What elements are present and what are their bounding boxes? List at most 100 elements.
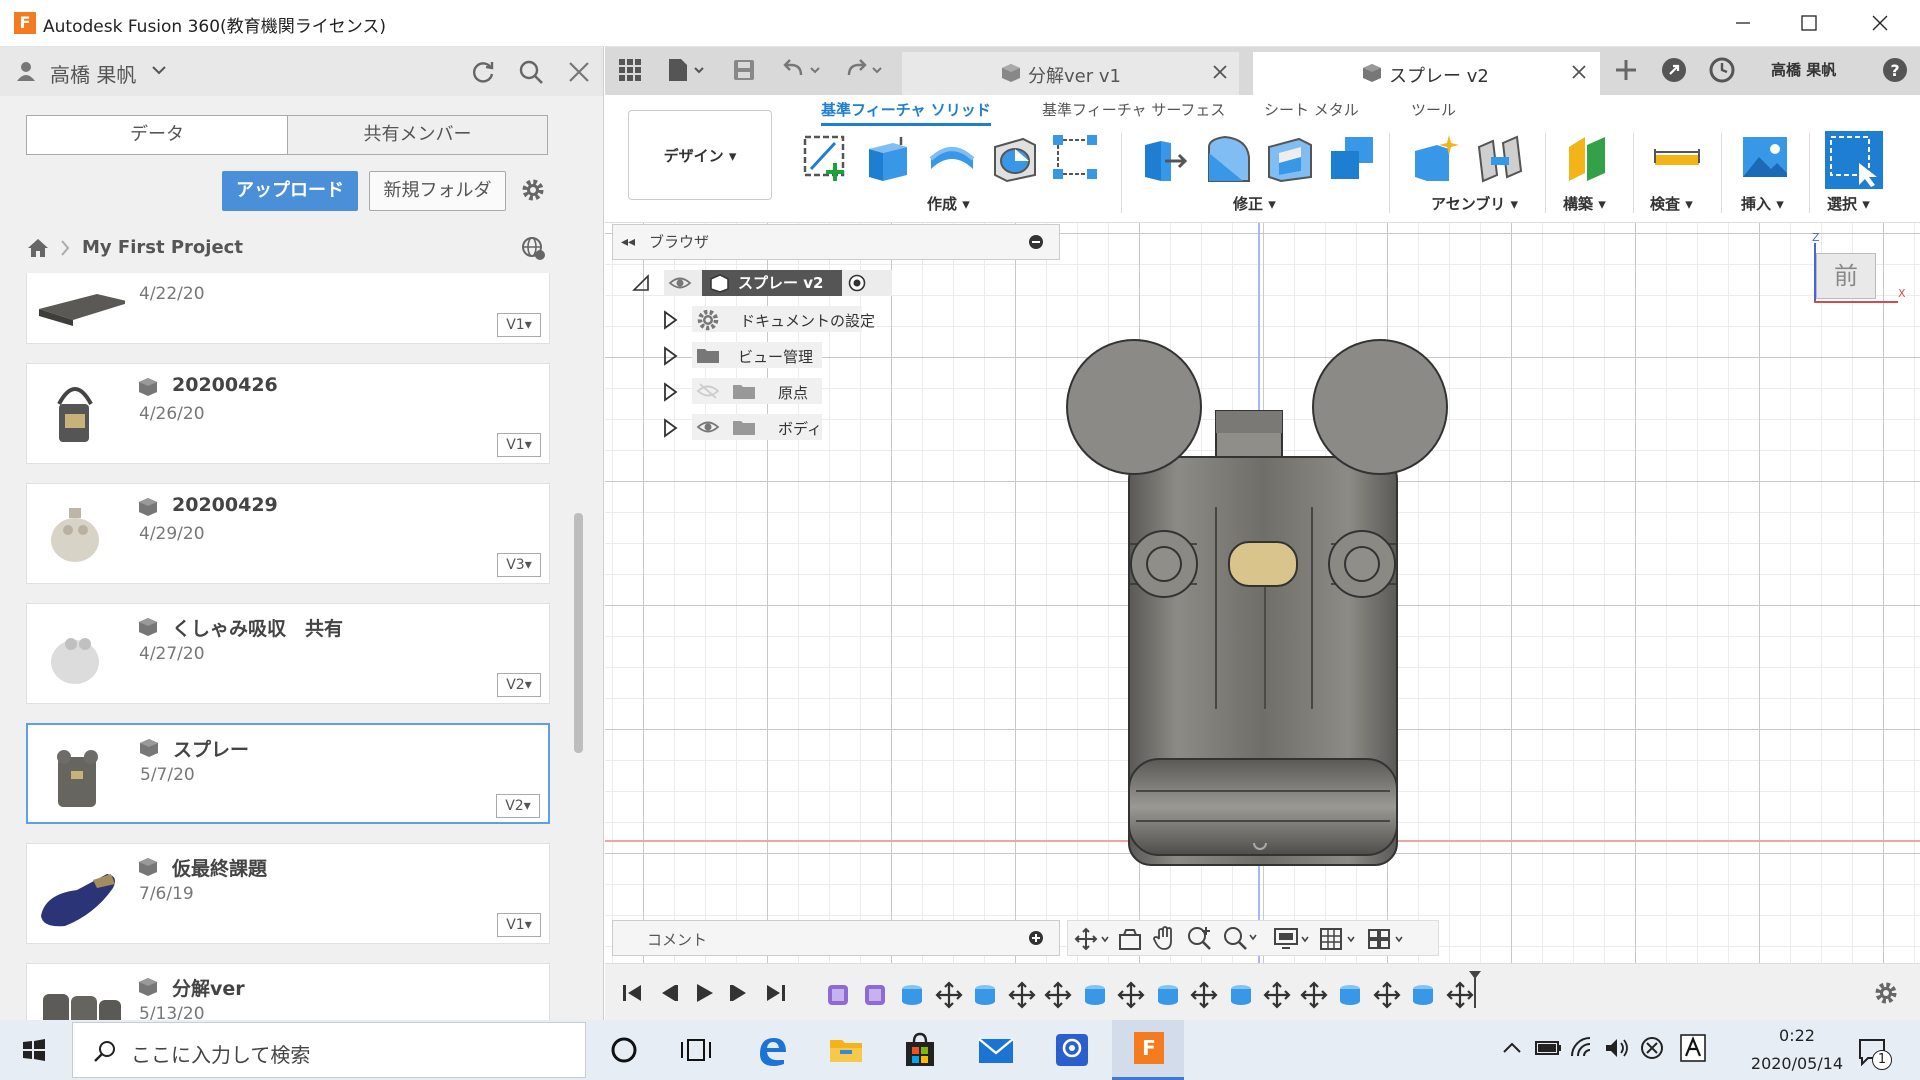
viewports-icon[interactable] bbox=[1368, 927, 1408, 951]
browser-item-bodies[interactable]: ボディ bbox=[658, 412, 908, 442]
system-tray-chevron-icon[interactable] bbox=[1500, 1038, 1524, 1058]
redo-icon[interactable] bbox=[845, 59, 889, 81]
timeline-move-icon[interactable] bbox=[1299, 980, 1328, 1010]
timeline-move-icon[interactable] bbox=[1263, 980, 1291, 1010]
add-comment-icon[interactable] bbox=[1029, 931, 1043, 945]
timeline-move-icon[interactable] bbox=[1007, 980, 1036, 1010]
step-forward-icon[interactable] bbox=[729, 982, 751, 1004]
go-to-end-icon[interactable] bbox=[765, 982, 787, 1004]
save-icon[interactable] bbox=[733, 59, 755, 81]
press-pull-icon[interactable] bbox=[1141, 133, 1191, 183]
close-tab-icon[interactable] bbox=[1571, 64, 1587, 80]
user-name-dropdown[interactable]: 高橋 果帆 bbox=[50, 59, 136, 88]
file-card[interactable]: くしゃみ吸収 共有 4/27/20 V2▾ bbox=[26, 603, 550, 704]
file-card[interactable]: 分解ver 5/13/20 bbox=[26, 963, 550, 1020]
document-tab-active[interactable]: スプレー v2 bbox=[1253, 52, 1600, 95]
battery-icon[interactable] bbox=[1534, 1036, 1562, 1060]
search-icon[interactable] bbox=[518, 59, 544, 85]
version-dropdown[interactable]: V3▾ bbox=[497, 553, 541, 577]
timeline-move-icon[interactable] bbox=[1190, 980, 1218, 1010]
combine-icon[interactable] bbox=[1327, 133, 1377, 183]
timeline-extrude-icon[interactable] bbox=[1154, 980, 1182, 1010]
tab-sheet-metal[interactable]: シート メタル bbox=[1264, 99, 1359, 120]
look-at-icon[interactable] bbox=[1118, 927, 1142, 951]
select-icon[interactable] bbox=[1825, 131, 1883, 189]
hidden-eye-icon[interactable] bbox=[696, 382, 720, 400]
file-card[interactable]: 20200426 4/26/20 V1▾ bbox=[26, 363, 550, 464]
browser-item-document-settings[interactable]: ドキュメントの設定 bbox=[658, 304, 908, 334]
browser-minus-icon[interactable] bbox=[1029, 235, 1043, 249]
design-canvas[interactable]: Z X 前 bbox=[605, 223, 1920, 963]
tab-tools[interactable]: ツール bbox=[1411, 99, 1456, 120]
home-icon[interactable] bbox=[26, 237, 50, 259]
expand-triangle-icon[interactable] bbox=[662, 310, 678, 330]
timeline-marker[interactable] bbox=[1468, 970, 1482, 1008]
network-disconnected-icon[interactable] bbox=[1640, 1036, 1664, 1060]
fit-zoom-icon[interactable] bbox=[1222, 925, 1262, 951]
minimize-button[interactable] bbox=[1728, 10, 1758, 36]
hole-icon[interactable] bbox=[989, 133, 1039, 183]
revolve-icon[interactable] bbox=[927, 133, 977, 183]
select-menu[interactable]: 選択 ▾ bbox=[1827, 193, 1870, 214]
document-tab[interactable]: 分解ver v1 bbox=[902, 52, 1239, 95]
clock-time[interactable]: 0:22 bbox=[1762, 1026, 1832, 1045]
file-card[interactable]: 4/22/20 V1▾ bbox=[26, 273, 550, 344]
volume-icon[interactable] bbox=[1604, 1036, 1632, 1060]
app-grid-icon[interactable] bbox=[619, 59, 641, 81]
version-dropdown[interactable]: V2▾ bbox=[497, 673, 541, 697]
header-user-name[interactable]: 高橋 果帆 bbox=[1771, 59, 1836, 80]
collapse-triangle-icon[interactable] bbox=[632, 274, 650, 292]
edge-browser-icon[interactable] bbox=[752, 1030, 792, 1070]
zoom-icon[interactable] bbox=[1186, 925, 1214, 951]
expand-triangle-icon[interactable] bbox=[662, 346, 678, 366]
ime-icon[interactable] bbox=[1680, 1034, 1706, 1062]
timeline-move-icon[interactable] bbox=[934, 980, 963, 1010]
step-back-icon[interactable] bbox=[657, 982, 679, 1004]
chevron-down-icon[interactable] bbox=[152, 65, 166, 75]
new-component-icon[interactable] bbox=[1413, 133, 1463, 183]
timeline-sketch-icon[interactable] bbox=[825, 980, 853, 1010]
extrude-icon[interactable] bbox=[863, 133, 913, 183]
fillet-icon[interactable] bbox=[1203, 133, 1253, 183]
file-explorer-icon[interactable] bbox=[826, 1030, 866, 1070]
assembly-menu[interactable]: アセンブリ ▾ bbox=[1431, 193, 1518, 214]
new-tab-icon[interactable] bbox=[1613, 57, 1639, 83]
version-dropdown[interactable]: V1▾ bbox=[497, 433, 541, 457]
fusion-taskbar-button[interactable]: F bbox=[1112, 1020, 1184, 1080]
cortana-icon[interactable] bbox=[604, 1030, 644, 1070]
timeline-extrude-icon[interactable] bbox=[1409, 980, 1437, 1010]
version-dropdown[interactable]: V2▾ bbox=[496, 794, 540, 818]
file-card[interactable]: 仮最終課題 7/6/19 V1▾ bbox=[26, 843, 550, 944]
timeline-move-icon[interactable] bbox=[1117, 980, 1145, 1010]
workspace-switcher[interactable]: デザイン ▾ bbox=[628, 110, 772, 200]
version-dropdown[interactable]: V1▾ bbox=[497, 913, 541, 937]
extensions-icon[interactable] bbox=[1661, 57, 1687, 83]
undo-icon[interactable] bbox=[783, 59, 827, 81]
insert-menu[interactable]: 挿入 ▾ bbox=[1741, 193, 1784, 214]
view-cube[interactable]: Z X 前 bbox=[1812, 231, 1912, 321]
tab-solid[interactable]: 基準フィーチャ ソリッド bbox=[821, 99, 991, 126]
modify-menu[interactable]: 修正 ▾ bbox=[1233, 193, 1276, 214]
collapse-browser-icon[interactable]: ◂◂ bbox=[621, 234, 635, 250]
joint-icon[interactable] bbox=[1475, 133, 1525, 183]
create-sketch-icon[interactable] bbox=[801, 133, 851, 183]
mail-icon[interactable] bbox=[976, 1030, 1016, 1070]
timeline-extrude-icon[interactable] bbox=[971, 980, 999, 1010]
visibility-eye-icon[interactable] bbox=[668, 274, 692, 292]
browser-root-row[interactable]: スプレー v2 bbox=[632, 268, 892, 298]
data-panel-scrollbar[interactable] bbox=[574, 513, 583, 753]
create-menu[interactable]: 作成 ▾ bbox=[927, 193, 970, 214]
clock-date[interactable]: 2020/05/14 bbox=[1732, 1054, 1862, 1073]
shell-icon[interactable] bbox=[1265, 133, 1315, 183]
at-menu-icon[interactable] bbox=[1052, 1030, 1092, 1070]
tab-shared-members[interactable]: 共有メンバー bbox=[288, 116, 547, 154]
timeline-move-icon[interactable] bbox=[1372, 980, 1401, 1010]
browser-item-named-views[interactable]: ビュー管理 bbox=[658, 340, 908, 370]
upload-button[interactable]: アップロード bbox=[222, 171, 358, 211]
timeline-extrude-icon[interactable] bbox=[1336, 980, 1364, 1010]
view-cube-front-face[interactable]: 前 bbox=[1816, 253, 1876, 299]
construct-menu[interactable]: 構築 ▾ bbox=[1563, 193, 1606, 214]
timeline-settings-gear-icon[interactable] bbox=[1873, 980, 1899, 1006]
settings-gear-icon[interactable] bbox=[520, 177, 546, 203]
refresh-icon[interactable] bbox=[470, 59, 496, 85]
